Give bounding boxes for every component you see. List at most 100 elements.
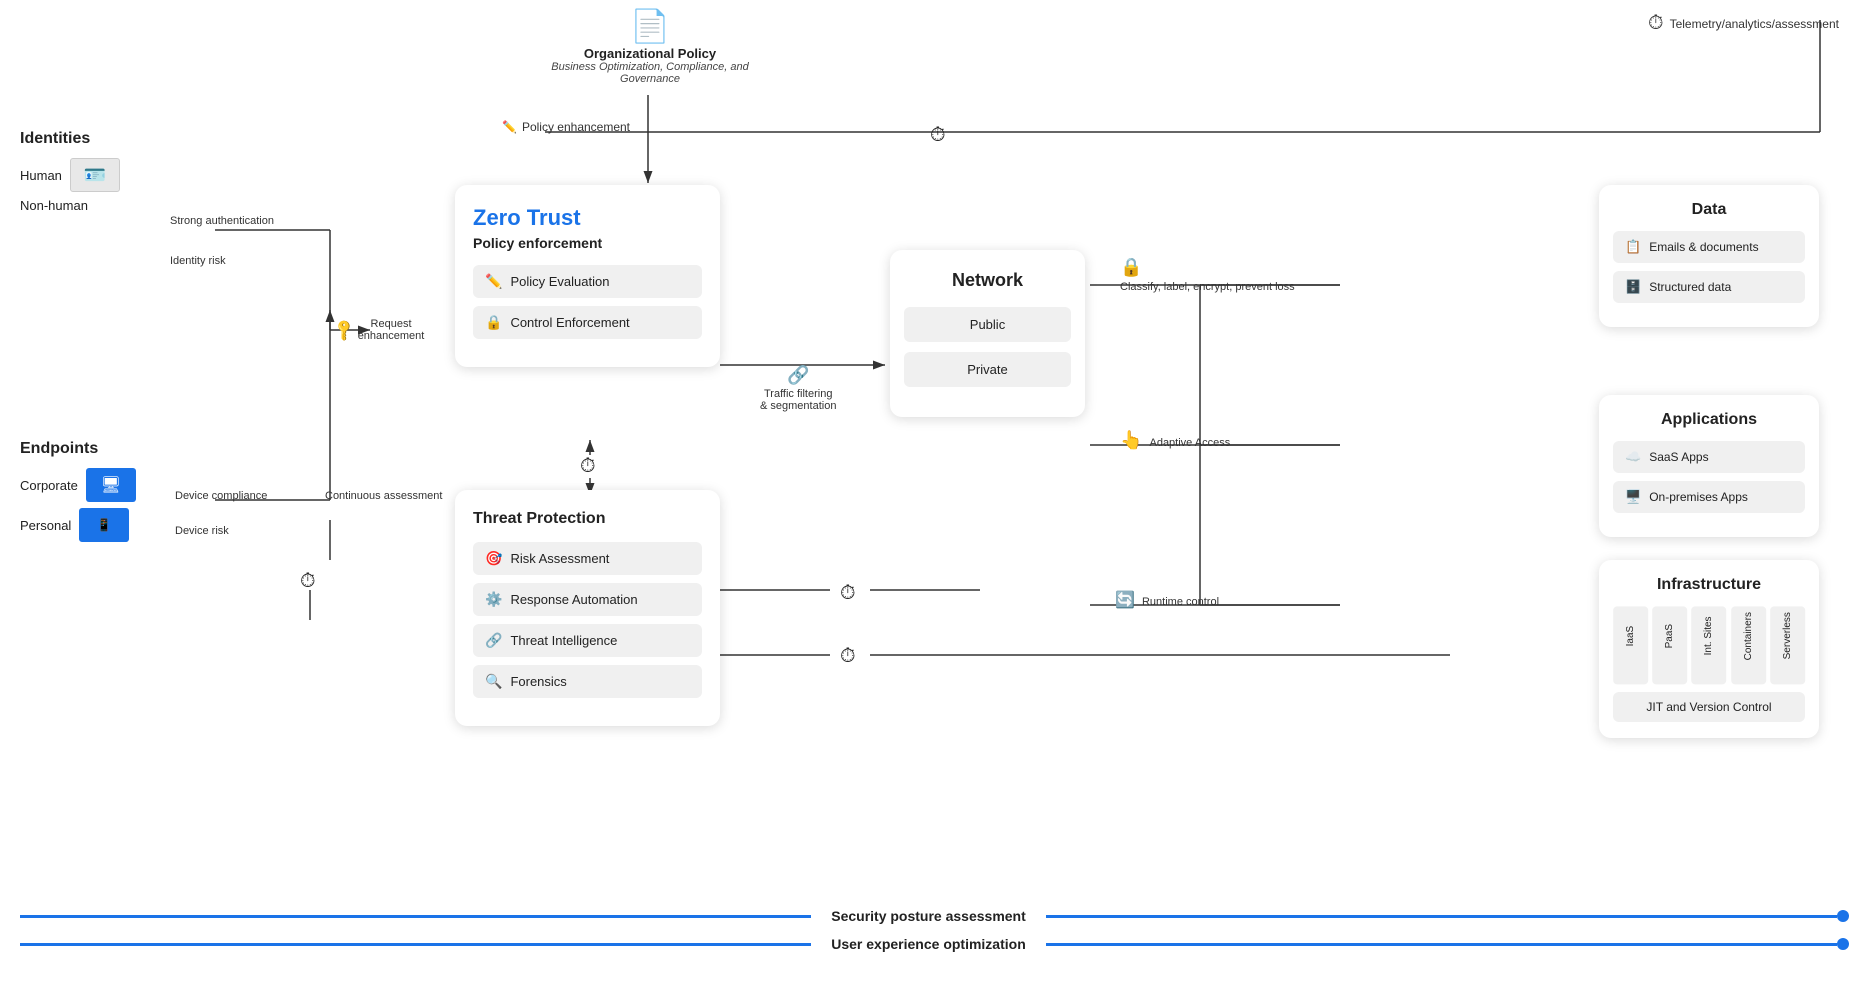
applications-card: Applications ☁️ SaaS Apps 🖥️ On-premises… xyxy=(1599,395,1819,537)
speedometer-threat-right: ⏱ xyxy=(840,582,856,605)
org-policy-box: 📄 Organizational Policy Business Optimiz… xyxy=(550,10,750,85)
infrastructure-card-title: Infrastructure xyxy=(1613,576,1805,594)
device-risk-label: Device risk xyxy=(175,525,229,537)
infra-containers: Containers xyxy=(1731,606,1766,684)
network-public: Public xyxy=(904,307,1071,342)
risk-assess-icon: 🎯 xyxy=(485,550,502,567)
share-icon: 🔗 xyxy=(760,365,836,386)
policy-eval-label: Policy Evaluation xyxy=(510,274,609,289)
identities-title: Identities xyxy=(20,130,220,148)
forensics-icon: 🔍 xyxy=(485,673,502,690)
non-human-label: Non-human xyxy=(20,198,88,213)
diagram-container: ⏱ Telemetry/analytics/assessment 📄 Organ… xyxy=(0,0,1869,994)
forensics-label: Forensics xyxy=(510,674,566,689)
bar-line-right-1 xyxy=(1046,915,1837,918)
db-icon: 🗄️ xyxy=(1625,279,1641,295)
endpoints-title: Endpoints xyxy=(20,440,220,458)
on-premises-item: 🖥️ On-premises Apps xyxy=(1613,481,1805,513)
infra-serverless: Serverless xyxy=(1770,606,1805,684)
threat-protection-title: Threat Protection xyxy=(473,510,702,528)
response-automation-item: ⚙️ Response Automation xyxy=(473,583,702,616)
network-card: Network Public Private xyxy=(890,250,1085,417)
corporate-label: Corporate xyxy=(20,478,78,493)
speedometer-forensics: ⏱ xyxy=(840,645,856,668)
non-human-row: Non-human xyxy=(20,198,220,213)
bar-line-left-2 xyxy=(20,943,811,946)
threat-protection-card: Threat Protection 🎯 Risk Assessment ⚙️ R… xyxy=(455,490,720,726)
fingerprint-icon: 👆 xyxy=(1120,430,1142,450)
zero-trust-subtitle: Policy enforcement xyxy=(473,235,702,251)
key-icon: 🔑 xyxy=(331,317,357,343)
human-row: Human 🪪 xyxy=(20,158,220,192)
personal-device-icon: 📱 xyxy=(79,508,129,542)
bar-line-right-2 xyxy=(1046,943,1837,946)
jit-item: JIT and Version Control xyxy=(1613,692,1805,722)
security-posture-label: Security posture assessment xyxy=(831,908,1026,924)
doc-icon: 📋 xyxy=(1625,239,1641,255)
device-compliance-label: Device compliance xyxy=(175,490,267,502)
identity-risk-label: Identity risk xyxy=(170,255,226,267)
control-enforce-label: Control Enforcement xyxy=(510,315,629,330)
infra-paas: PaaS xyxy=(1652,606,1687,684)
org-policy-title: Organizational Policy xyxy=(550,46,750,61)
adaptive-access-label: 👆 Adaptive Access xyxy=(1120,430,1230,451)
control-enforcement-item: 🔒 Control Enforcement xyxy=(473,306,702,339)
risk-assessment-item: 🎯 Risk Assessment xyxy=(473,542,702,575)
speedometer-between-cards: ⏱ xyxy=(580,455,596,478)
telemetry-label: ⏱ Telemetry/analytics/assessment xyxy=(1648,12,1839,35)
bar-dot-2 xyxy=(1837,938,1849,950)
saas-label: SaaS Apps xyxy=(1649,450,1708,464)
identities-section: Identities Human 🪪 Non-human xyxy=(20,130,220,219)
continuous-assessment-label: Continuous assessment xyxy=(325,490,442,502)
risk-assess-label: Risk Assessment xyxy=(510,551,609,566)
runtime-control-label: 🔄 Runtime control xyxy=(1115,590,1219,610)
strong-auth-label: Strong authentication xyxy=(170,215,274,227)
lock-icon: 🔒 xyxy=(1120,257,1142,277)
infra-iaas: IaaS xyxy=(1613,606,1648,684)
corporate-device-icon: 🖥 xyxy=(86,468,136,502)
classify-label: 🔒 Classify, label, encrypt, prevent loss xyxy=(1120,255,1295,296)
control-enforce-icon: 🔒 xyxy=(485,314,502,331)
applications-card-title: Applications xyxy=(1613,411,1805,429)
data-card-title: Data xyxy=(1613,201,1805,219)
zero-trust-title: Zero Trust xyxy=(473,205,702,231)
saas-apps-item: ☁️ SaaS Apps xyxy=(1613,441,1805,473)
structured-label: Structured data xyxy=(1649,280,1731,294)
network-private: Private xyxy=(904,352,1071,387)
infrastructure-card: Infrastructure IaaS PaaS Int. Sites Cont… xyxy=(1599,560,1819,738)
bar-line-left-1 xyxy=(20,915,811,918)
traffic-filtering-label: 🔗 Traffic filtering& segmentation xyxy=(760,365,836,412)
threat-intel-label: Threat Intelligence xyxy=(510,633,617,648)
org-policy-icon: 📄 xyxy=(550,10,750,42)
personal-label: Personal xyxy=(20,518,71,533)
response-auto-label: Response Automation xyxy=(510,592,637,607)
request-enhancement-label: 🔑 Requestenhancement xyxy=(335,318,424,342)
policy-enhancement-label: ✏️ Policy enhancement xyxy=(502,120,630,134)
policy-enhancement-icon: ✏️ xyxy=(502,120,517,134)
speedometer-policy-enhance: ⏱ xyxy=(930,124,946,147)
structured-data-item: 🗄️ Structured data xyxy=(1613,271,1805,303)
org-policy-subtitle: Business Optimization, Compliance, and G… xyxy=(550,61,750,85)
infra-int-sites: Int. Sites xyxy=(1691,606,1726,684)
zero-trust-card: Zero Trust Policy enforcement ✏️ Policy … xyxy=(455,185,720,367)
emails-documents-item: 📋 Emails & documents xyxy=(1613,231,1805,263)
threat-intel-icon: 🔗 xyxy=(485,632,502,649)
speedometer-bottom-left: ⏱ xyxy=(300,570,316,593)
bar-dot-1 xyxy=(1837,910,1849,922)
response-auto-icon: ⚙️ xyxy=(485,591,502,608)
policy-evaluation-item: ✏️ Policy Evaluation xyxy=(473,265,702,298)
network-title: Network xyxy=(904,270,1071,291)
telemetry-icon: ⏱ xyxy=(1648,12,1664,35)
server-icon: 🖥️ xyxy=(1625,489,1641,505)
security-posture-bar: Security posture assessment xyxy=(0,908,1869,924)
infra-columns: IaaS PaaS Int. Sites Containers Serverle… xyxy=(1613,606,1805,684)
policy-eval-icon: ✏️ xyxy=(485,273,502,290)
forensics-item: 🔍 Forensics xyxy=(473,665,702,698)
user-experience-label: User experience optimization xyxy=(831,936,1026,952)
cloud-icon: ☁️ xyxy=(1625,449,1641,465)
connector-lines xyxy=(0,0,1869,994)
id-card-icon: 🪪 xyxy=(70,158,120,192)
human-label: Human xyxy=(20,168,62,183)
bottom-bars: Security posture assessment User experie… xyxy=(0,908,1869,964)
threat-intelligence-item: 🔗 Threat Intelligence xyxy=(473,624,702,657)
